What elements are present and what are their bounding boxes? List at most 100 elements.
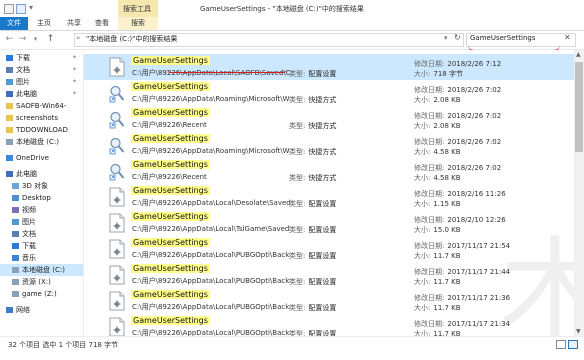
documents-icon [6, 67, 13, 73]
file-row[interactable]: GameUserSettings C:\用户\89226\Recent 类型: 快捷方… [84, 158, 574, 184]
file-row[interactable]: GameUserSettings C:\用户\89226\AppData\Roam… [84, 132, 574, 158]
modified-value: 2018/2/26 7:02 [447, 86, 502, 94]
sidebar-item[interactable]: 资源 (X:) [0, 276, 83, 288]
sidebar-item[interactable]: 网络 [0, 304, 83, 316]
file-name: GameUserSettings [131, 108, 210, 117]
tab-view[interactable]: 查看 [90, 17, 114, 30]
tab-home[interactable]: 主页 [32, 17, 56, 30]
scroll-down-icon[interactable]: ▼ [576, 328, 581, 335]
shortcut-icon [109, 135, 125, 155]
modified-label: 修改日期: [414, 294, 445, 302]
tab-share[interactable]: 共享 [62, 17, 86, 30]
file-name: GameUserSettings [131, 134, 210, 143]
type-value: 快捷方式 [308, 96, 337, 104]
folder-icon [4, 4, 14, 14]
sidebar-item[interactable]: screenshots [0, 112, 83, 124]
sidebar-item[interactable]: 3D 对象 [0, 180, 83, 192]
sidebar-item[interactable]: 此电脑 ✦ [0, 88, 83, 100]
file-modified: 修改日期: 2017/11/17 21:54 [414, 241, 510, 251]
pin-icon: ✦ [71, 90, 77, 97]
size-label: 大小: [414, 96, 431, 104]
this-pc-icon [6, 91, 13, 97]
sidebar-item[interactable]: 下载 ✦ [0, 52, 83, 64]
close-icon[interactable]: ✕ [564, 33, 571, 42]
sidebar-item[interactable]: 图片 [0, 216, 83, 228]
sidebar-item[interactable]: 下载 [0, 240, 83, 252]
drive-icon [6, 139, 13, 145]
search-tools-label: 搜索工具 [123, 5, 151, 13]
sidebar-item[interactable]: 音乐 [0, 252, 83, 264]
sidebar-item-label: 视频 [22, 206, 36, 214]
file-row[interactable]: GameUserSettings C:\用户\89226\AppData\Loca… [84, 54, 574, 80]
sidebar-item[interactable]: Desktop [0, 192, 83, 204]
type-value: 配置设置 [308, 226, 337, 234]
file-path: C:\用户\89226\AppData\Roaming\Microsoft\Wi… [132, 147, 290, 155]
file-modified: 修改日期: 2017/11/17 21:36 [414, 293, 510, 303]
file-size: 大小: 11.7 KB [414, 251, 461, 261]
size-value: 11.7 KB [433, 304, 461, 312]
sidebar-item[interactable]: OneDrive [0, 152, 83, 164]
desktop-icon [12, 195, 19, 201]
file-modified: 修改日期: 2018/2/10 12:26 [414, 215, 506, 225]
pin-icon: ✦ [71, 54, 77, 61]
size-label: 大小: [414, 70, 431, 78]
back-icon[interactable]: ← [4, 33, 15, 45]
file-size: 大小: 1.15 KB [414, 199, 461, 209]
file-row[interactable]: GameUserSettings C:\用户\89226\Recent 类型: 快捷方… [84, 106, 574, 132]
videos-icon [12, 207, 19, 213]
details-view-icon[interactable] [556, 340, 566, 349]
properties-icon[interactable] [16, 4, 26, 14]
large-icons-view-icon[interactable] [568, 340, 578, 349]
type-label: 类型: [289, 278, 306, 286]
file-path: C:\用户\89226\AppData\Local\PUBGOpti\Backu… [132, 251, 290, 259]
sidebar-item[interactable]: 图片 ✦ [0, 76, 83, 88]
config-file-icon [109, 317, 125, 337]
address-dropdown-icon[interactable]: ▾ [444, 34, 448, 42]
size-value: 15.0 KB [433, 226, 461, 234]
file-path: C:\用户\89226\Recent [132, 121, 207, 129]
file-modified: 修改日期: 2017/11/17 21:34 [414, 319, 510, 329]
tab-file[interactable]: 文件 [0, 17, 28, 30]
up-icon[interactable]: ↑ [45, 33, 56, 45]
sidebar-item[interactable]: 本地磁盘 (C:) [0, 136, 83, 148]
config-file-icon [109, 57, 125, 77]
file-name: GameUserSettings [131, 82, 210, 91]
sidebar-item[interactable]: game (Z:) [0, 288, 83, 300]
sidebar-item-label: SAOFB-Win64- [16, 102, 67, 110]
scroll-up-icon[interactable]: ▲ [576, 51, 581, 58]
quick-access-dropdown-icon[interactable]: ▾ [29, 3, 33, 12]
sidebar-item[interactable]: 文档 ✦ [0, 64, 83, 76]
modified-label: 修改日期: [414, 268, 445, 276]
downloads-icon [12, 243, 19, 249]
pictures-icon [6, 79, 13, 85]
forward-icon[interactable]: → [17, 33, 28, 45]
recent-locations-icon[interactable]: ▾ [30, 33, 41, 45]
file-type: 类型: 快捷方式 [289, 95, 336, 105]
file-name: GameUserSettings [131, 264, 210, 273]
size-value: 11.7 KB [433, 278, 461, 286]
size-value: 2.08 KB [433, 96, 461, 104]
scrollbar-thumb[interactable] [575, 62, 583, 152]
size-label: 大小: [414, 174, 431, 182]
onedrive-icon [6, 155, 13, 161]
sidebar-item[interactable]: 本地磁盘 (C:) [0, 264, 83, 276]
annotation-underline [167, 69, 287, 73]
sidebar-item[interactable]: TDDOWNLOAD [0, 124, 83, 136]
config-file-icon [109, 187, 125, 207]
pictures-icon [12, 219, 19, 225]
refresh-icon[interactable]: ↻ [454, 33, 461, 42]
sidebar-item[interactable]: SAOFB-Win64- [0, 100, 83, 112]
tab-search[interactable]: 搜索 [118, 17, 158, 30]
file-row[interactable]: GameUserSettings C:\用户\89226\AppData\Roam… [84, 80, 574, 106]
sidebar-item-label: Desktop [22, 194, 51, 202]
downloads-icon [6, 55, 13, 61]
sidebar-item-label: 本地磁盘 (C:) [16, 138, 59, 146]
sidebar-item-label: 文档 [22, 230, 36, 238]
file-name: GameUserSettings [131, 160, 210, 169]
file-modified: 修改日期: 2018/2/26 7:02 [414, 137, 501, 147]
type-label: 类型: [289, 200, 306, 208]
sidebar-item[interactable]: 文档 [0, 228, 83, 240]
sidebar-item[interactable]: 视频 [0, 204, 83, 216]
sidebar-item[interactable]: 此电脑 [0, 168, 83, 180]
type-value: 快捷方式 [308, 148, 337, 156]
